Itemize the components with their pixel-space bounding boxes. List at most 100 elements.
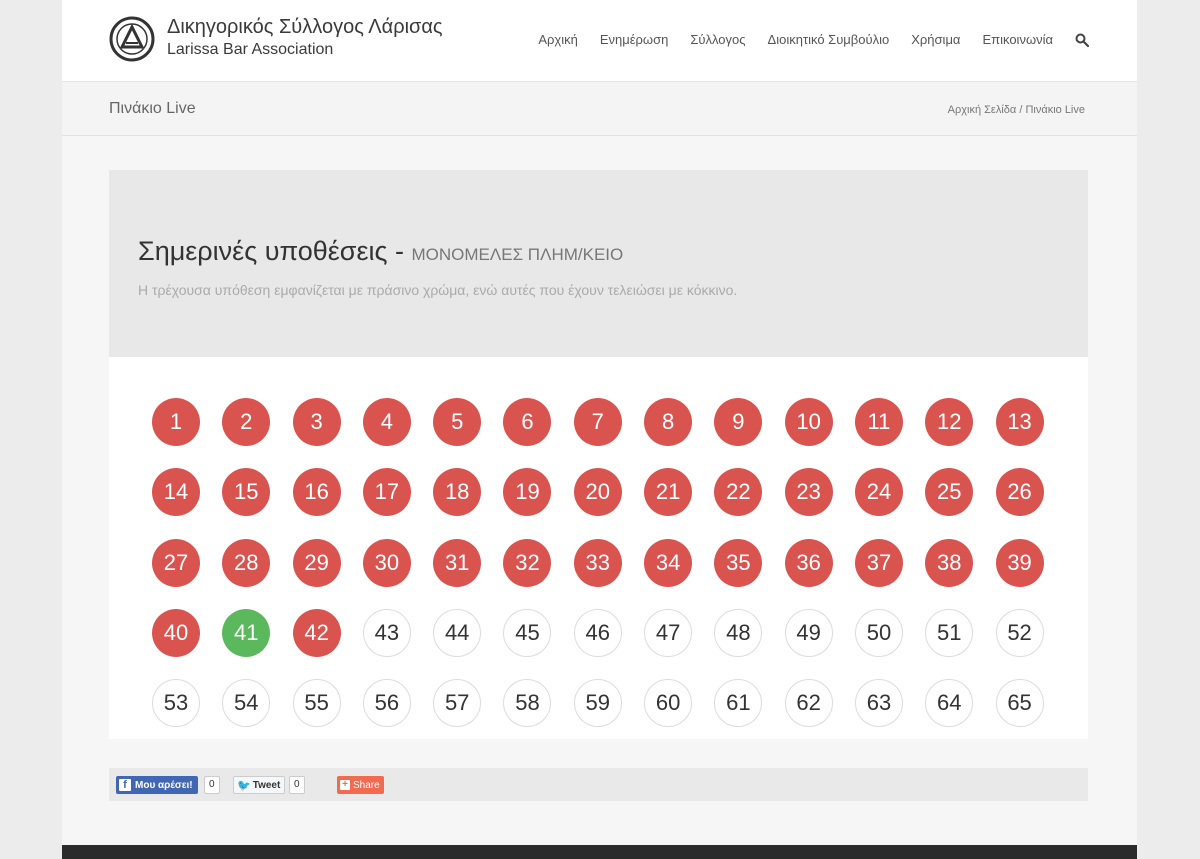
case-number-28: 28: [222, 538, 271, 587]
tweet-label: Tweet: [252, 779, 281, 791]
legend-note: Η τρέχουσα υπόθεση εμφανίζεται με πράσιν…: [138, 282, 738, 298]
nav-home[interactable]: Αρχική: [538, 32, 578, 47]
tweet-count: 0: [289, 776, 305, 794]
case-number-51: 51: [925, 608, 974, 657]
case-number-37: 37: [854, 538, 903, 587]
case-number-5: 5: [433, 398, 482, 446]
case-number-9: 9: [714, 398, 763, 446]
case-number-41: 41: [222, 608, 271, 657]
case-number-18: 18: [433, 468, 482, 517]
share-bar: f Μου αρέσει! 0 🐦 Tweet 0 + Share: [109, 768, 1088, 801]
case-number-49: 49: [784, 608, 833, 657]
facebook-like-label: Μου αρέσει!: [135, 779, 193, 791]
case-number-43: 43: [362, 608, 411, 657]
case-number-4: 4: [362, 398, 411, 446]
share-button[interactable]: + Share: [337, 776, 384, 794]
case-number-53: 53: [152, 679, 200, 728]
case-number-47: 47: [644, 608, 693, 657]
case-number-7: 7: [573, 398, 622, 446]
case-number-17: 17: [362, 468, 411, 517]
case-number-36: 36: [784, 538, 833, 587]
case-number-38: 38: [925, 538, 974, 587]
title-bar: Πινάκιο Live Αρχική Σελίδα / Πινάκιο Liv…: [62, 82, 1137, 136]
breadcrumb-separator: /: [1019, 104, 1023, 116]
case-number-40: 40: [152, 608, 200, 657]
section-heading: Σημερινές υποθέσεις - ΜΟΝΟΜΕΛΕΣ ΠΛΗΜ/ΚΕΙ…: [138, 236, 623, 267]
case-number-25: 25: [925, 468, 974, 517]
case-number-56: 56: [362, 679, 411, 728]
case-number-44: 44: [433, 608, 482, 657]
nav-board[interactable]: Διοικητικό Συμβούλιο: [768, 32, 890, 47]
case-number-29: 29: [292, 538, 341, 587]
case-number-10: 10: [784, 398, 833, 446]
case-number-23: 23: [784, 468, 833, 517]
case-number-13: 13: [995, 398, 1044, 446]
twitter-icon: 🐦: [237, 779, 251, 792]
case-number-50: 50: [854, 608, 903, 657]
plus-icon: +: [340, 780, 350, 790]
case-number-16: 16: [292, 468, 341, 517]
case-number-65: 65: [995, 679, 1044, 728]
case-number-19: 19: [503, 468, 552, 517]
page: Δικηγορικός Σύλλογος Λάρισας Larissa Bar…: [62, 0, 1137, 859]
case-number-63: 63: [854, 679, 903, 728]
case-number-20: 20: [573, 468, 622, 517]
case-number-42: 42: [292, 608, 341, 657]
case-number-30: 30: [362, 538, 411, 587]
case-number-8: 8: [644, 398, 693, 446]
case-number-12: 12: [925, 398, 974, 446]
case-number-33: 33: [573, 538, 622, 587]
case-number-6: 6: [503, 398, 552, 446]
case-number-26: 26: [995, 468, 1044, 517]
case-number-34: 34: [644, 538, 693, 587]
case-number-32: 32: [503, 538, 552, 587]
share-label: Share: [353, 779, 380, 791]
heading-main: Σημερινές υποθέσεις -: [138, 236, 412, 266]
nav-contact[interactable]: Επικοινωνία: [982, 32, 1053, 47]
nav-association[interactable]: Σύλλογος: [690, 32, 745, 47]
case-number-22: 22: [714, 468, 763, 517]
case-number-58: 58: [503, 679, 552, 728]
nav-news[interactable]: Ενημέρωση: [600, 32, 669, 47]
site-header: Δικηγορικός Σύλλογος Λάρισας Larissa Bar…: [62, 0, 1137, 82]
case-number-1: 1: [152, 398, 200, 446]
case-number-64: 64: [925, 679, 974, 728]
breadcrumb: Αρχική Σελίδα / Πινάκιο Live: [948, 104, 1085, 116]
case-number-24: 24: [854, 468, 903, 517]
case-number-31: 31: [433, 538, 482, 587]
case-number-57: 57: [433, 679, 482, 728]
logo-subtitle[interactable]: Larissa Bar Association: [167, 41, 333, 59]
facebook-icon: f: [119, 779, 131, 791]
case-number-62: 62: [784, 679, 833, 728]
case-number-39: 39: [995, 538, 1044, 587]
main-nav: Αρχική Ενημέρωση Σύλλογος Διοικητικό Συμ…: [516, 32, 1089, 47]
case-number-11: 11: [854, 398, 903, 446]
case-number-46: 46: [573, 608, 622, 657]
breadcrumb-home[interactable]: Αρχική Σελίδα: [948, 104, 1017, 116]
search-icon[interactable]: [1075, 33, 1089, 47]
case-grid: 1 2 3 4 5 6 7 8 9 10 11 12 13 14 15 16 17 18 19 20 21 22 23 24 2…: [152, 398, 1044, 728]
logo-icon[interactable]: [108, 15, 156, 63]
case-number-2: 2: [222, 398, 271, 446]
case-number-14: 14: [152, 468, 200, 517]
logo-title[interactable]: Δικηγορικός Σύλλογος Λάρισας: [167, 16, 443, 39]
case-number-45: 45: [503, 608, 552, 657]
case-number-21: 21: [644, 468, 693, 517]
hero-box: Σημερινές υποθέσεις - ΜΟΝΟΜΕΛΕΣ ΠΛΗΜ/ΚΕΙ…: [109, 170, 1088, 357]
nav-useful[interactable]: Χρήσιμα: [911, 32, 960, 47]
case-number-35: 35: [714, 538, 763, 587]
case-number-54: 54: [222, 679, 271, 728]
case-number-61: 61: [714, 679, 763, 728]
tweet-button[interactable]: 🐦 Tweet: [233, 776, 286, 794]
facebook-like-button[interactable]: f Μου αρέσει!: [116, 776, 198, 794]
case-number-3: 3: [292, 398, 341, 446]
page-title: Πινάκιο Live: [109, 100, 196, 117]
case-number-59: 59: [573, 679, 622, 728]
site-footer: [62, 845, 1137, 859]
heading-court: ΜΟΝΟΜΕΛΕΣ ΠΛΗΜ/ΚΕΙΟ: [411, 245, 624, 264]
case-number-52: 52: [995, 608, 1044, 657]
case-board: 1 2 3 4 5 6 7 8 9 10 11 12 13 14 15 16 17 18 19 20 21 22 23 24 2…: [109, 357, 1088, 739]
case-number-55: 55: [292, 679, 341, 728]
case-number-27: 27: [152, 538, 200, 587]
breadcrumb-current: Πινάκιο Live: [1025, 104, 1085, 116]
